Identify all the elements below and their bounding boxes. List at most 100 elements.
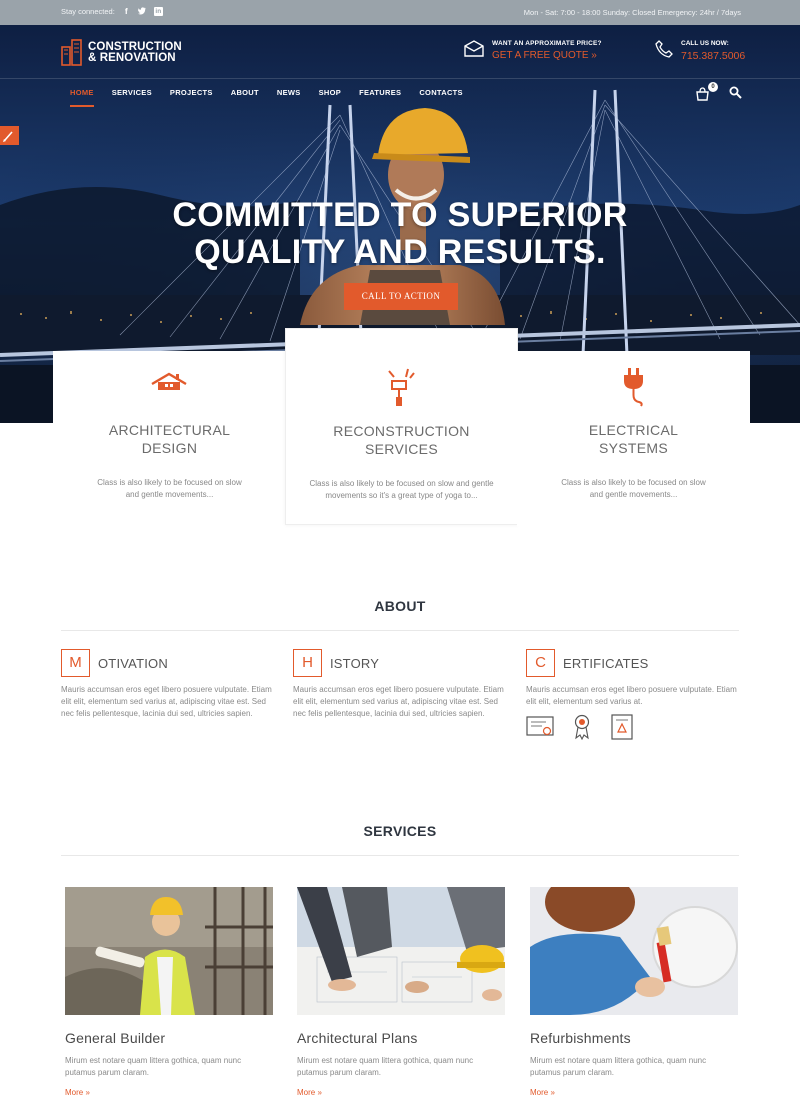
more-link[interactable]: More » — [65, 1088, 90, 1097]
call-label: CALL US NOW: — [681, 40, 729, 47]
nav-shop[interactable]: SHOP — [319, 88, 341, 107]
feature-text: Class is also likely to be focused on sl… — [517, 477, 750, 501]
nav-news[interactable]: NEWS — [277, 88, 301, 107]
logo-building-icon — [61, 39, 82, 66]
about-col-title: ISTORY — [330, 655, 380, 671]
house-icon — [151, 372, 187, 390]
top-bar: Stay connected: f in Mon - Sat: 7:00 - 1… — [0, 0, 800, 25]
about-col-text: Mauris accumsan eros eget libero posuere… — [61, 685, 272, 718]
service-general-builder[interactable]: General Builder Mirum est notare quam li… — [65, 887, 273, 1100]
certificate-icon — [526, 716, 554, 736]
service-text: Mirum est notare quam littera gothica, q… — [530, 1056, 707, 1077]
hero-title-line-2: QUALITY AND RESULTS. — [194, 233, 606, 271]
feature-text-line-1: Class is also likely to be focused on sl… — [561, 478, 706, 487]
dropcap-letter: H — [293, 649, 322, 677]
more-link[interactable]: More » — [297, 1088, 322, 1097]
service-architectural-plans[interactable]: Architectural Plans Mirum est notare qua… — [297, 887, 505, 1100]
logo-text: CONSTRUCTION & RENOVATION — [88, 40, 182, 64]
about-col-text: Mauris accumsan eros eget libero posuere… — [526, 685, 737, 706]
about-certificates: C ERTIFICATES Mauris accumsan eros eget … — [526, 649, 744, 708]
quote-question: WANT AN APPROXIMATE PRICE? — [492, 40, 602, 47]
nav-services[interactable]: SERVICES — [112, 88, 152, 107]
more-link[interactable]: More » — [530, 1088, 555, 1097]
feature-text-line-2: movements so it's a great type of yoga t… — [325, 491, 478, 500]
about-history: H ISTORY Mauris accumsan eros eget liber… — [293, 649, 511, 720]
phone-icon — [655, 40, 673, 58]
site-logo[interactable]: CONSTRUCTION & RENOVATION — [61, 39, 182, 66]
free-quote-link[interactable]: GET A FREE QUOTE » — [492, 50, 602, 61]
nav-projects[interactable]: PROJECTS — [170, 88, 213, 107]
feature-text-line-2: and gentle movements... — [589, 490, 678, 499]
main-navigation: HOME SERVICES PROJECTS ABOUT NEWS SHOP F… — [70, 88, 481, 107]
service-image — [297, 887, 505, 1015]
about-col-title: OTIVATION — [98, 655, 168, 671]
service-title: Architectural Plans — [297, 1030, 418, 1046]
nav-features[interactable]: FEATURES — [359, 88, 401, 107]
about-divider — [61, 630, 739, 631]
service-text: Mirum est notare quam littera gothica, q… — [65, 1056, 242, 1077]
feature-text-line-1: Class is also likely to be focused on sl… — [97, 478, 242, 487]
plug-icon — [624, 368, 643, 407]
service-title: Refurbishments — [530, 1030, 631, 1046]
feature-title: RECONSTRUCTION SERVICES — [286, 422, 517, 458]
search-icon — [729, 86, 742, 99]
feature-text: Class is also likely to be focused on sl… — [53, 477, 286, 501]
about-motivation: M OTIVATION Mauris accumsan eros eget li… — [61, 649, 279, 720]
brush-icon — [3, 131, 13, 142]
certificate-icons — [526, 714, 634, 740]
style-switcher-button[interactable] — [0, 126, 19, 145]
feature-title-line-2: SYSTEMS — [598, 440, 668, 456]
about-col-text: Mauris accumsan eros eget libero posuere… — [293, 685, 504, 718]
phone-number[interactable]: 715.387.5006 — [681, 50, 745, 62]
services-divider — [61, 855, 739, 856]
feature-card-reconstruction[interactable]: RECONSTRUCTION SERVICES Class is also li… — [285, 328, 518, 525]
feature-title-line-1: RECONSTRUCTION — [333, 423, 470, 439]
diploma-icon — [611, 714, 633, 740]
about-col-title: ERTIFICATES — [563, 655, 649, 671]
feature-card-architectural[interactable]: ARCHITECTURAL DESIGN Class is also likel… — [53, 351, 286, 526]
feature-title-line-1: ELECTRICAL — [588, 422, 679, 438]
envelope-icon — [464, 40, 484, 57]
opening-hours: Mon - Sat: 7:00 - 18:00 Sunday: Closed E… — [523, 8, 741, 17]
stay-connected-label: Stay connected: — [61, 7, 115, 16]
dropcap-letter: M — [61, 649, 90, 677]
cart-button[interactable]: 0 — [696, 82, 718, 101]
feature-title: ELECTRICAL SYSTEMS — [517, 421, 750, 457]
dropcap-letter: C — [526, 649, 555, 677]
free-quote-block: WANT AN APPROXIMATE PRICE? GET A FREE QU… — [464, 40, 602, 61]
service-image — [65, 887, 273, 1015]
paint-roller-icon — [388, 368, 415, 406]
call-block: CALL US NOW: 715.387.5006 — [655, 40, 745, 62]
feature-title-line-2: SERVICES — [365, 441, 438, 457]
feature-title: ARCHITECTURAL DESIGN — [53, 421, 286, 457]
service-image — [530, 887, 738, 1015]
about-heading: ABOUT — [374, 598, 426, 614]
feature-card-electrical[interactable]: ELECTRICAL SYSTEMS Class is also likely … — [517, 351, 750, 526]
hero-title-line-1: COMMITTED TO SUPERIOR — [172, 196, 628, 234]
twitter-icon[interactable] — [137, 7, 147, 16]
award-ribbon-icon — [574, 714, 590, 740]
service-text: Mirum est notare quam littera gothica, q… — [297, 1056, 474, 1077]
services-heading: SERVICES — [363, 823, 437, 839]
logo-line-2: & RENOVATION — [88, 51, 176, 64]
facebook-icon[interactable]: f — [122, 7, 131, 16]
feature-text: Class is also likely to be focused on sl… — [286, 478, 517, 502]
social-links: Stay connected: f in — [61, 7, 163, 16]
cart-count-badge: 0 — [708, 82, 718, 92]
service-title: General Builder — [65, 1030, 166, 1046]
feature-text-line-2: and gentle movements... — [125, 490, 214, 499]
feature-title-line-1: ARCHITECTURAL — [108, 422, 231, 438]
nav-contacts[interactable]: CONTACTS — [419, 88, 463, 107]
logo-line-1: CONSTRUCTION — [88, 40, 182, 53]
feature-title-line-2: DESIGN — [141, 440, 198, 456]
linkedin-icon[interactable]: in — [153, 7, 163, 16]
service-refurbishments[interactable]: Refurbishments Mirum est notare quam lit… — [530, 887, 738, 1100]
header-divider — [0, 78, 800, 79]
search-button[interactable] — [729, 86, 742, 99]
nav-home[interactable]: HOME — [70, 88, 94, 107]
nav-about[interactable]: ABOUT — [231, 88, 259, 107]
call-to-action-button[interactable]: CALL TO ACTION — [344, 283, 458, 310]
hero-headline: COMMITTED TO SUPERIOR QUALITY AND RESULT… — [0, 197, 800, 271]
feature-text-line-1: Class is also likely to be focused on sl… — [309, 479, 494, 488]
cart-icon — [696, 87, 709, 101]
